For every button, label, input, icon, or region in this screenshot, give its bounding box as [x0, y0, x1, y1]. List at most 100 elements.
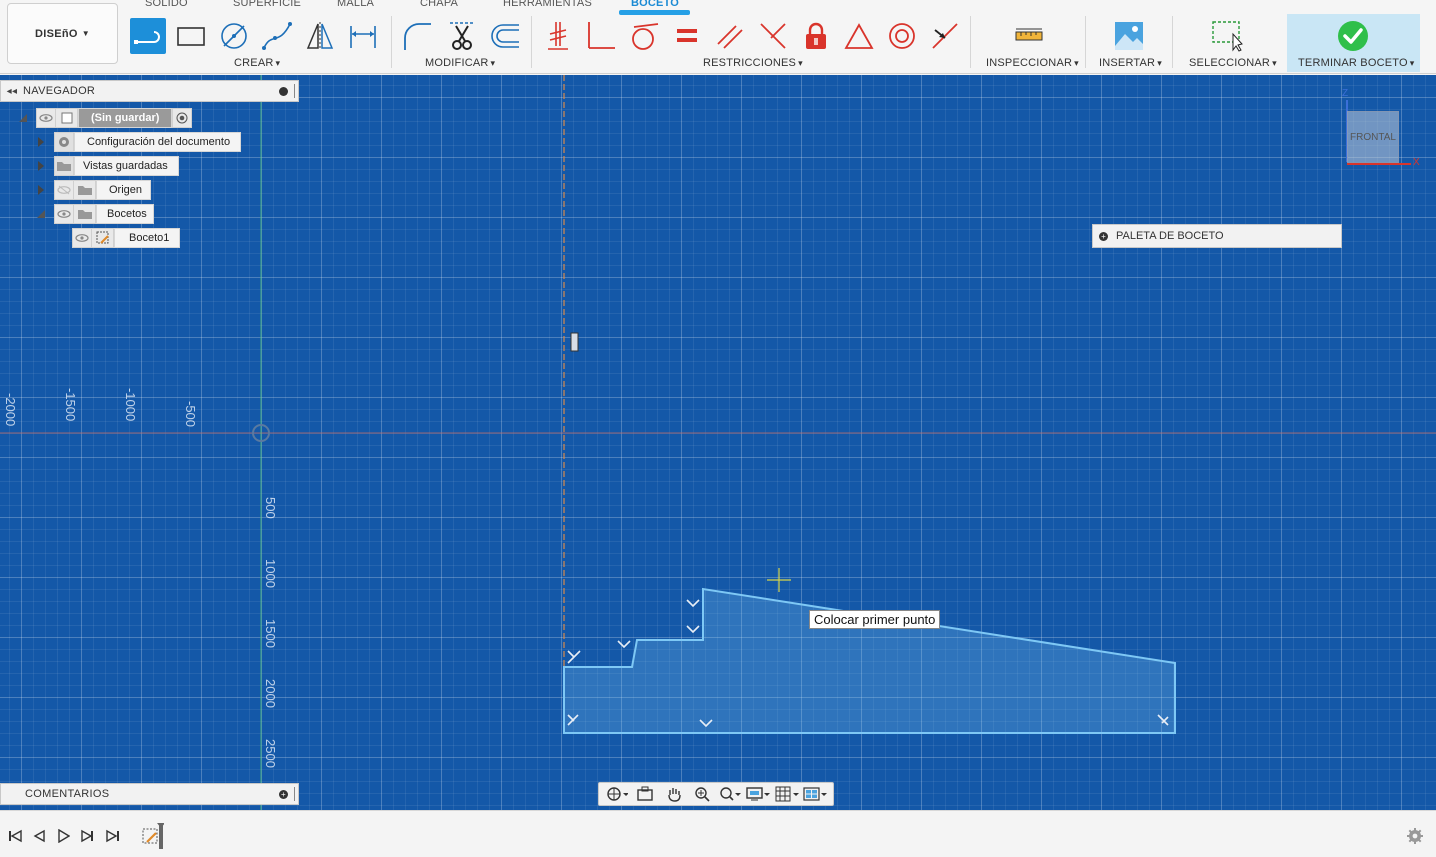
- zoom-icon[interactable]: [690, 784, 714, 804]
- toolbar-divider: [970, 16, 971, 68]
- go-to-start-icon[interactable]: [6, 827, 24, 845]
- fusion-window: DISEñO ▼ SÓLIDO SUPERFICIE MALLA CHAPA HE…: [0, 0, 1436, 857]
- browser-node-origin[interactable]: Origen: [34, 180, 152, 200]
- panel-resize-handle[interactable]: [294, 787, 295, 801]
- viewports-icon[interactable]: [803, 784, 827, 804]
- browser-root-node[interactable]: (Sin guardar): [16, 108, 193, 128]
- tab-mesh[interactable]: MALLA: [337, 0, 374, 10]
- trim-tool-button[interactable]: [444, 18, 480, 54]
- browser-node-sketches[interactable]: Bocetos: [34, 204, 154, 224]
- browser-title: NAVEGADOR: [23, 85, 96, 97]
- tab-surface[interactable]: SUPERFICIE: [233, 0, 301, 10]
- mirror-tool-button[interactable]: [302, 18, 338, 54]
- display-settings-icon[interactable]: [746, 784, 771, 804]
- look-at-icon[interactable]: [633, 784, 657, 804]
- offset-tool-button[interactable]: [487, 18, 523, 54]
- axis-tick-label: -2000: [3, 393, 18, 427]
- play-icon[interactable]: [54, 827, 72, 845]
- finish-sketch-button[interactable]: [1335, 18, 1371, 54]
- dimension-icon: [350, 26, 376, 48]
- hidden-eye-icon[interactable]: [54, 180, 74, 200]
- inspect-group-menu[interactable]: INSPECCIONAR: [986, 57, 1079, 69]
- coincident-tool-button[interactable]: [540, 18, 576, 54]
- symmetry-tool-button[interactable]: [841, 18, 877, 54]
- expand-triangle-icon[interactable]: [34, 183, 48, 197]
- browser-node-saved-views[interactable]: Vistas guardadas: [34, 156, 179, 176]
- insert-group-menu[interactable]: INSERTAR: [1099, 57, 1162, 69]
- tab-sheetmetal[interactable]: CHAPA: [420, 0, 458, 10]
- axis-tick-label: -500: [183, 401, 198, 428]
- midpoint-tool-button[interactable]: [927, 18, 963, 54]
- sketch-canvas[interactable]: -2000 -1500 -1000 -500 500 1000 1500 200…: [0, 75, 1436, 810]
- timeline-sketch-feature-icon[interactable]: [140, 823, 164, 849]
- collapse-panel-icon[interactable]: ◂◂: [1, 86, 23, 97]
- tab-tools[interactable]: HERRAMIENTAS: [503, 0, 592, 10]
- select-group-menu[interactable]: SELECCIONAR: [1189, 57, 1277, 69]
- sketch-palette-title: PALETA DE BOCETO: [1116, 230, 1224, 242]
- fix-tool-button[interactable]: [798, 18, 834, 54]
- browser-node-document-settings[interactable]: Configuración del documento: [34, 132, 242, 152]
- viewcube-z-axis: Z: [1342, 88, 1349, 99]
- pan-hand-icon[interactable]: [662, 784, 686, 804]
- circle-tool-button[interactable]: [216, 18, 252, 54]
- viewcube-front-face[interactable]: FRONTAL: [1347, 111, 1399, 163]
- grid-settings-icon[interactable]: [775, 784, 799, 804]
- expand-triangle-icon[interactable]: [34, 207, 48, 221]
- timeline-settings-gear-icon[interactable]: [1406, 827, 1424, 845]
- visibility-eye-icon[interactable]: [72, 228, 92, 248]
- expand-triangle-icon[interactable]: [34, 135, 48, 149]
- finish-sketch-menu[interactable]: TERMINAR BOCETO: [1298, 57, 1414, 69]
- panel-resize-handle[interactable]: [294, 84, 295, 98]
- equal-icon: [677, 29, 697, 42]
- add-comment-icon[interactable]: +: [279, 789, 288, 799]
- folder-icon: [74, 180, 96, 200]
- measure-icon: [1015, 28, 1043, 41]
- create-group-menu[interactable]: CREAR: [234, 57, 280, 69]
- viewcube[interactable]: Z FRONTAL X: [1340, 86, 1424, 172]
- browser-node-label: Boceto1: [114, 228, 181, 248]
- comments-panel-header[interactable]: COMENTARIOS +: [0, 783, 299, 805]
- perpendicular-cross-tool-button[interactable]: [755, 18, 791, 54]
- parallel-tool-button[interactable]: [712, 18, 748, 54]
- tab-sketch[interactable]: BOCETO: [631, 0, 679, 10]
- spline-tool-button[interactable]: [259, 18, 295, 54]
- dimension-tool-button[interactable]: [345, 18, 381, 54]
- cursor-tooltip: Colocar primer punto: [809, 610, 941, 629]
- concentric-tool-button[interactable]: [884, 18, 920, 54]
- fillet-tool-button[interactable]: [399, 18, 435, 54]
- workspace-menu-button[interactable]: DISEñO ▼: [7, 3, 118, 64]
- line-icon: [134, 31, 160, 44]
- go-to-end-icon[interactable]: [104, 827, 122, 845]
- mirror-icon: [306, 22, 334, 50]
- visibility-eye-icon[interactable]: [54, 204, 74, 224]
- comments-title: COMENTARIOS: [25, 788, 110, 800]
- tab-solid[interactable]: SÓLIDO: [145, 0, 188, 10]
- orbit-icon[interactable]: [605, 784, 629, 804]
- measure-tool-button[interactable]: [1011, 18, 1047, 54]
- step-back-icon[interactable]: [30, 827, 48, 845]
- axis-tick-label: 2500: [263, 739, 278, 768]
- triangle-icon: [844, 23, 874, 49]
- activate-radio-icon[interactable]: [172, 108, 193, 128]
- visibility-eye-icon[interactable]: [36, 108, 56, 128]
- pin-icon[interactable]: [279, 86, 288, 96]
- dimension-glyph-icon: [570, 332, 579, 352]
- insert-image-button[interactable]: [1111, 18, 1147, 54]
- zoom-window-icon[interactable]: [718, 784, 742, 804]
- constraints-group-menu[interactable]: RESTRICCIONES: [703, 57, 803, 69]
- equal-tool-button[interactable]: [669, 18, 705, 54]
- rectangle-tool-button[interactable]: [173, 18, 209, 54]
- expand-triangle-icon[interactable]: [34, 159, 48, 173]
- circle-icon: [221, 23, 247, 49]
- expand-plus-icon[interactable]: +: [1099, 231, 1108, 241]
- perpendicular-tool-button[interactable]: [583, 18, 619, 54]
- modify-group-menu[interactable]: MODIFICAR: [425, 57, 495, 69]
- gear-icon: [54, 132, 74, 152]
- select-tool-button[interactable]: [1209, 18, 1245, 54]
- step-forward-icon[interactable]: [78, 827, 96, 845]
- tangent-tool-button[interactable]: [626, 18, 662, 54]
- browser-node-sketch1[interactable]: Boceto1: [72, 228, 181, 248]
- line-tool-button[interactable]: [130, 18, 166, 54]
- sketch-palette-header[interactable]: + PALETA DE BOCETO: [1092, 224, 1342, 248]
- expand-triangle-icon[interactable]: [16, 111, 30, 125]
